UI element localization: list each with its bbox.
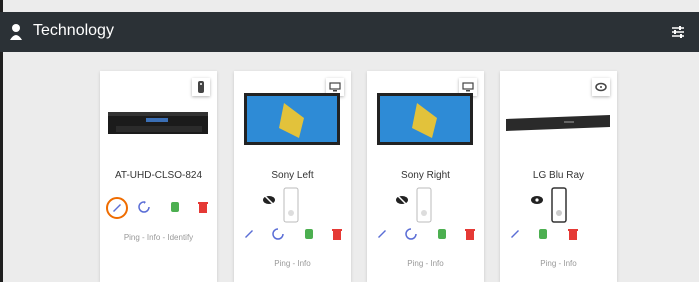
- device-links[interactable]: Ping - Info - Identify: [100, 233, 217, 242]
- device-card: LG Blu Ray Ping - Info: [500, 71, 617, 282]
- bluray-image: [506, 115, 610, 131]
- device-card: AT-UHD-CLSO-824 Ping - Info - Identify: [100, 71, 217, 282]
- edit-icon[interactable]: [105, 196, 129, 220]
- delete-icon[interactable]: [198, 201, 208, 213]
- device-links[interactable]: Ping - Info: [367, 259, 484, 268]
- edit-icon[interactable]: [376, 228, 388, 240]
- edit-icon[interactable]: [243, 228, 255, 240]
- top-bar: Technology: [0, 12, 699, 52]
- power-icon[interactable]: [304, 228, 314, 240]
- remote-icon[interactable]: [283, 187, 299, 223]
- edit-icon[interactable]: [509, 228, 521, 240]
- disc-icon[interactable]: [592, 78, 610, 96]
- page-title: Technology: [33, 22, 114, 39]
- power-icon[interactable]: [170, 201, 180, 213]
- hidden-eye-icon[interactable]: [262, 194, 276, 206]
- device-name: LG Blu Ray: [532, 170, 585, 181]
- remote-icon[interactable]: [551, 187, 567, 223]
- device-name: AT-UHD-CLSO-824: [114, 170, 203, 181]
- tv-image: [377, 93, 473, 145]
- power-icon[interactable]: [437, 228, 447, 240]
- device-card: Sony Left Ping - Info: [234, 71, 351, 282]
- delete-icon[interactable]: [465, 228, 475, 240]
- sliders-icon[interactable]: [670, 24, 686, 40]
- switcher-image: [108, 112, 208, 134]
- power-icon[interactable]: [538, 228, 548, 240]
- refresh-icon[interactable]: [138, 201, 150, 213]
- refresh-icon[interactable]: [405, 228, 417, 240]
- device-links[interactable]: Ping - Info: [234, 259, 351, 268]
- device-name: Sony Right: [401, 170, 450, 181]
- device-name: Sony Left: [271, 170, 314, 181]
- hidden-eye-icon[interactable]: [395, 194, 409, 206]
- refresh-icon[interactable]: [272, 228, 284, 240]
- user-icon[interactable]: [9, 22, 23, 42]
- device-card: Sony Right Ping - Info: [367, 71, 484, 282]
- remote-control-icon[interactable]: [192, 78, 210, 96]
- eye-icon[interactable]: [530, 195, 544, 205]
- device-links[interactable]: Ping - Info: [500, 259, 617, 268]
- delete-icon[interactable]: [568, 228, 578, 240]
- tv-image: [244, 93, 340, 145]
- remote-icon[interactable]: [416, 187, 432, 223]
- delete-icon[interactable]: [332, 228, 342, 240]
